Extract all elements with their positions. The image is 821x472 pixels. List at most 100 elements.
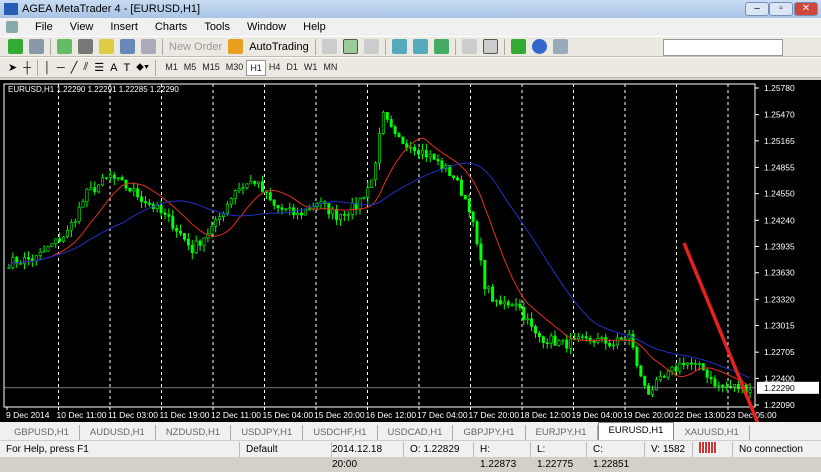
candle-body <box>701 363 705 371</box>
candle-body <box>432 153 436 160</box>
zoom-in-icon[interactable] <box>391 39 407 54</box>
tab-usdcad-h1[interactable]: USDCAD,H1 <box>378 425 454 440</box>
candle-body <box>389 119 393 127</box>
candle-body <box>658 376 662 381</box>
tab-audusd-h1[interactable]: AUDUSD,H1 <box>80 425 156 440</box>
current-price-label: 1.22290 <box>764 383 795 393</box>
menu-file[interactable]: File <box>35 21 53 33</box>
channel-icon[interactable]: ⫽ <box>83 61 88 74</box>
auto-scroll-icon[interactable] <box>461 39 477 54</box>
timeframe-m30[interactable]: M30 <box>223 60 247 76</box>
candle-body <box>225 203 229 214</box>
candle-body <box>654 379 658 391</box>
metaeditor-icon[interactable] <box>228 39 244 54</box>
menu-view[interactable]: View <box>70 21 94 33</box>
bar-chart-icon[interactable] <box>321 39 337 54</box>
data-window-icon[interactable] <box>78 39 93 54</box>
indicators-icon[interactable] <box>510 39 526 54</box>
navigator-icon[interactable] <box>99 39 114 54</box>
text-icon[interactable]: A <box>110 62 117 74</box>
status-bar: For Help, press F1 Default 2014.12.18 20… <box>0 440 821 470</box>
tab-eurjpy-h1[interactable]: EURJPY,H1 <box>526 425 598 440</box>
menu-insert[interactable]: Insert <box>110 21 138 33</box>
price-chart[interactable]: 9 Dec 2014 10 Dec 11:00 11 Dec 03:00 11 Dec… <box>0 80 821 422</box>
tab-usdchf-h1[interactable]: USDCHF,H1 <box>303 425 378 440</box>
search-input[interactable] <box>663 39 783 56</box>
line-chart-icon[interactable] <box>363 39 379 54</box>
tile-windows-icon[interactable] <box>433 39 449 54</box>
tab-gbpusd-h1[interactable]: GBPUSD,H1 <box>4 425 80 440</box>
market-watch-icon[interactable] <box>57 39 72 54</box>
terminal-icon[interactable] <box>120 39 135 54</box>
candle-body <box>284 208 288 211</box>
candle-body <box>69 222 73 231</box>
autotrading-button[interactable]: AutoTrading <box>249 41 309 53</box>
cursor-icon[interactable]: ➤ <box>8 61 17 74</box>
timeframe-m5[interactable]: M5 <box>181 60 200 76</box>
crosshair-icon[interactable]: ┼ <box>23 62 31 74</box>
candle-body <box>136 188 140 198</box>
arrows-icon[interactable]: ⬥▾ <box>136 61 149 74</box>
timeframe-m15[interactable]: M15 <box>199 60 223 76</box>
tab-eurusd-h1[interactable]: EURUSD,H1 <box>597 422 675 440</box>
candle-body <box>233 190 237 199</box>
menu-window[interactable]: Window <box>247 21 286 33</box>
templates-icon[interactable] <box>552 39 568 54</box>
menu-help[interactable]: Help <box>303 21 326 33</box>
candle-body <box>331 208 335 215</box>
fibonacci-icon[interactable]: ☰ <box>94 61 104 74</box>
candle-body <box>190 244 194 253</box>
timeframe-d1[interactable]: D1 <box>283 60 301 76</box>
candle-body <box>65 229 69 238</box>
candle-body <box>229 198 233 205</box>
y-tick-label: 1.24855 <box>764 162 795 172</box>
chart-shift-icon[interactable] <box>482 39 498 54</box>
status-volume: V: 1582 <box>645 441 693 457</box>
status-open: O: 1.22829 <box>404 441 474 457</box>
candle-body <box>241 187 245 189</box>
timeframe-w1[interactable]: W1 <box>301 60 321 76</box>
horizontal-line-icon[interactable]: ─ <box>57 62 65 74</box>
candle-body <box>541 336 545 343</box>
strategy-tester-icon[interactable] <box>141 39 156 54</box>
candle-body <box>537 332 541 337</box>
timeframe-m1[interactable]: M1 <box>162 60 181 76</box>
menu-charts[interactable]: Charts <box>155 21 187 33</box>
y-tick-label: 1.25470 <box>764 110 795 120</box>
trendline-icon[interactable]: ╱ <box>71 61 78 74</box>
y-tick-label: 1.23935 <box>764 242 795 252</box>
candle-body <box>545 342 549 344</box>
profiles-icon[interactable] <box>29 39 44 54</box>
candle-body <box>514 303 518 306</box>
candle-body <box>77 206 81 222</box>
new-order-button[interactable]: New Order <box>169 41 222 53</box>
candle-body <box>674 366 678 372</box>
candle-body <box>729 386 733 388</box>
new-chart-icon[interactable] <box>8 39 23 54</box>
tab-gbpjpy-h1[interactable]: GBPJPY,H1 <box>453 425 526 440</box>
tab-usdjpy-h1[interactable]: USDJPY,H1 <box>231 425 304 440</box>
periods-icon[interactable] <box>531 39 547 54</box>
tab-xauusd-h1[interactable]: XAUUSD,H1 <box>674 425 750 440</box>
candle-body <box>350 202 354 215</box>
minimize-button[interactable]: – <box>745 2 769 16</box>
text-label-icon[interactable]: T <box>123 62 130 74</box>
timeframe-mn[interactable]: MN <box>320 60 340 76</box>
candle-body <box>709 376 713 380</box>
y-tick-label: 1.22090 <box>764 400 795 410</box>
timeframe-h4[interactable]: H4 <box>266 60 284 76</box>
candle-body <box>705 369 709 378</box>
menu-tools[interactable]: Tools <box>204 21 230 33</box>
maximize-button[interactable]: ▫ <box>769 2 793 16</box>
vertical-line-icon[interactable]: │ <box>44 62 51 74</box>
candle-body <box>370 179 374 188</box>
tab-nzdusd-h1[interactable]: NZDUSD,H1 <box>156 425 232 440</box>
zoom-out-icon[interactable] <box>412 39 428 54</box>
candlestick-icon[interactable] <box>342 39 358 54</box>
candle-body <box>194 240 198 253</box>
candle-body <box>280 207 284 210</box>
close-button[interactable]: ✕ <box>794 2 818 16</box>
candle-body <box>335 208 339 220</box>
candle-body <box>93 187 97 193</box>
timeframe-h1[interactable]: H1 <box>246 59 266 76</box>
